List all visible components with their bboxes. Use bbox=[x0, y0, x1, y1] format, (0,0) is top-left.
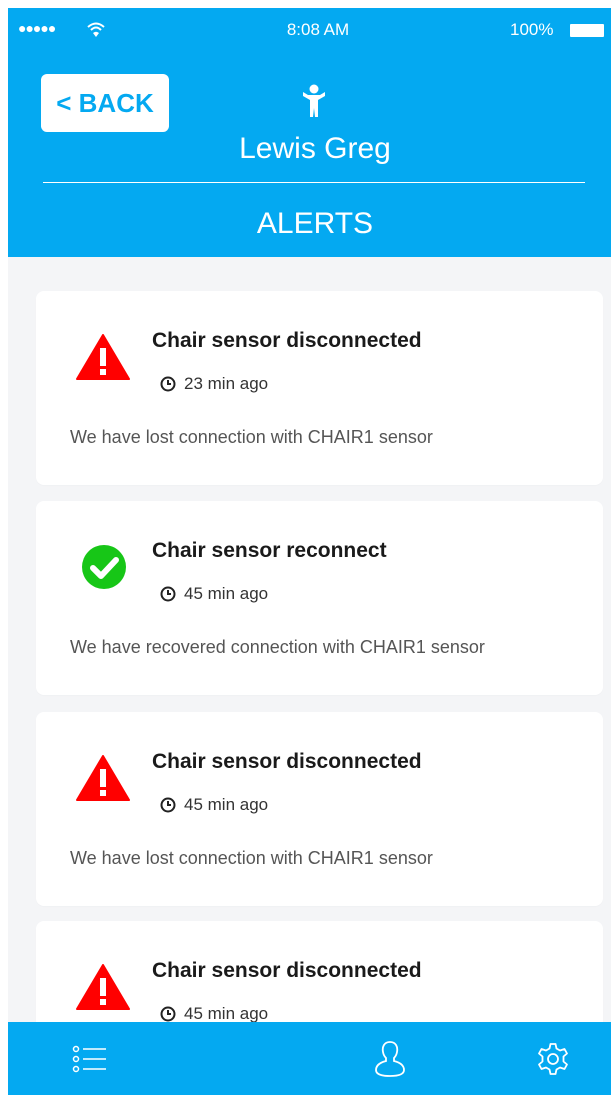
back-button[interactable]: < BACK bbox=[41, 74, 169, 132]
success-icon bbox=[82, 545, 126, 589]
wifi-icon bbox=[87, 22, 105, 37]
signal-indicator: ●●●●● bbox=[18, 20, 56, 36]
alert-time: 45 min ago bbox=[160, 584, 268, 604]
alert-time: 45 min ago bbox=[160, 795, 268, 815]
page-title: ALERTS bbox=[256, 207, 374, 240]
alert-time: 23 min ago bbox=[160, 374, 268, 394]
tab-bar bbox=[8, 1022, 611, 1095]
header-divider bbox=[43, 182, 585, 183]
alert-message: We have recovered connection with CHAIR1… bbox=[70, 637, 485, 657]
alert-time-label: 45 min ago bbox=[184, 584, 269, 603]
user-icon bbox=[375, 1040, 405, 1077]
alert-time-label: 23 min ago bbox=[184, 374, 269, 393]
warning-icon bbox=[76, 334, 130, 380]
battery-percentage: 100% bbox=[510, 20, 554, 39]
tab-profile[interactable] bbox=[360, 1022, 420, 1095]
alert-time-label: 45 min ago bbox=[184, 795, 269, 814]
clock-icon bbox=[160, 797, 176, 813]
tab-alerts-list[interactable] bbox=[60, 1022, 120, 1095]
list-icon bbox=[72, 1045, 106, 1072]
alert-message: We have lost connection with CHAIR1 sens… bbox=[70, 848, 433, 868]
clock-icon bbox=[160, 1006, 176, 1022]
gear-icon bbox=[538, 1042, 568, 1075]
alert-time: 45 min ago bbox=[160, 1004, 268, 1024]
warning-icon bbox=[76, 964, 130, 1010]
alert-title: Chair sensor disconnected bbox=[152, 329, 422, 352]
battery-icon bbox=[570, 24, 604, 37]
alert-card[interactable]: Chair sensor disconnected 45 min ago We … bbox=[36, 712, 603, 906]
header: ●●●●● 8:08 AM 100% < BACK Lewis Greg ALE… bbox=[8, 8, 611, 257]
clock-icon bbox=[160, 586, 176, 602]
alert-title: Chair sensor disconnected bbox=[152, 959, 422, 982]
alert-message: We have lost connection with CHAIR1 sens… bbox=[70, 427, 433, 447]
tab-settings[interactable] bbox=[523, 1022, 583, 1095]
phone-screen: ●●●●● 8:08 AM 100% < BACK Lewis Greg ALE… bbox=[8, 8, 611, 1095]
warning-icon bbox=[76, 755, 130, 801]
alert-title: Chair sensor reconnect bbox=[152, 539, 387, 562]
alert-title: Chair sensor disconnected bbox=[152, 750, 422, 773]
status-time: 8:08 AM bbox=[286, 20, 350, 39]
user-name: Lewis Greg bbox=[239, 132, 391, 165]
person-icon bbox=[303, 84, 325, 117]
alert-card[interactable]: Chair sensor reconnect 45 min ago We hav… bbox=[36, 501, 603, 695]
clock-icon bbox=[160, 376, 176, 392]
alert-time-label: 45 min ago bbox=[184, 1004, 269, 1023]
alert-card[interactable]: Chair sensor disconnected 23 min ago We … bbox=[36, 291, 603, 485]
